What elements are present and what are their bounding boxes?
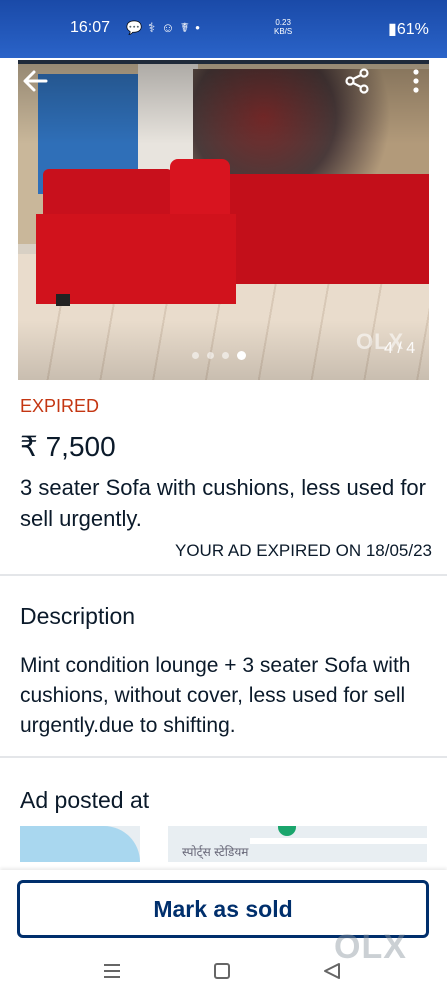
divider xyxy=(0,574,447,576)
battery-level: 61% xyxy=(396,21,429,38)
pagination-dot-active xyxy=(237,350,246,360)
map-water xyxy=(20,826,140,862)
battery-indicator: ▮61% xyxy=(388,21,429,38)
pagination-dot xyxy=(207,351,214,359)
location-map[interactable]: स्पोर्ट्स स्टेडियम xyxy=(20,826,427,862)
divider xyxy=(0,756,447,758)
network-rate-value: 0.23 xyxy=(275,18,291,27)
map-place-label: स्पोर्ट्स स्टेडियम xyxy=(182,845,249,859)
expiry-note: YOUR AD EXPIRED ON 18/05/23 xyxy=(175,541,432,560)
network-rate-unit: KB/S xyxy=(274,27,293,36)
pagination-dot xyxy=(192,351,199,359)
ad-location-heading: Ad posted at xyxy=(20,787,150,813)
olx-logo-watermark: OLX xyxy=(334,928,407,966)
share-icon[interactable] xyxy=(343,67,371,95)
pagination-dot xyxy=(222,351,229,359)
expired-status-label: EXPIRED xyxy=(20,396,100,416)
map-road xyxy=(140,826,168,862)
description-text: Mint condition lounge + 3 seater Sofa wi… xyxy=(20,654,411,737)
home-icon[interactable] xyxy=(214,963,230,979)
recent-apps-icon[interactable] xyxy=(103,963,121,979)
map-road xyxy=(250,838,427,844)
back-arrow-icon[interactable] xyxy=(20,66,50,96)
status-time: 16:07 xyxy=(70,19,111,36)
status-bar: 16:07 💬⚕☺☤• 0.23 KB/S ▮61% xyxy=(0,0,447,58)
map-pin-icon xyxy=(278,826,296,836)
nav-back-icon[interactable] xyxy=(322,962,342,980)
listing-title: 3 seater Sofa with cushions, less used f… xyxy=(20,475,426,531)
notification-icons: 💬⚕☺☤• xyxy=(126,20,206,35)
more-options-icon[interactable] xyxy=(406,67,426,95)
network-rate: 0.23 KB/S xyxy=(274,18,292,36)
image-counter: 4 / 4 xyxy=(384,340,416,357)
price: ₹ 7,500 xyxy=(20,431,116,462)
gallery-pagination-dots xyxy=(192,350,246,360)
description-heading: Description xyxy=(20,603,136,629)
